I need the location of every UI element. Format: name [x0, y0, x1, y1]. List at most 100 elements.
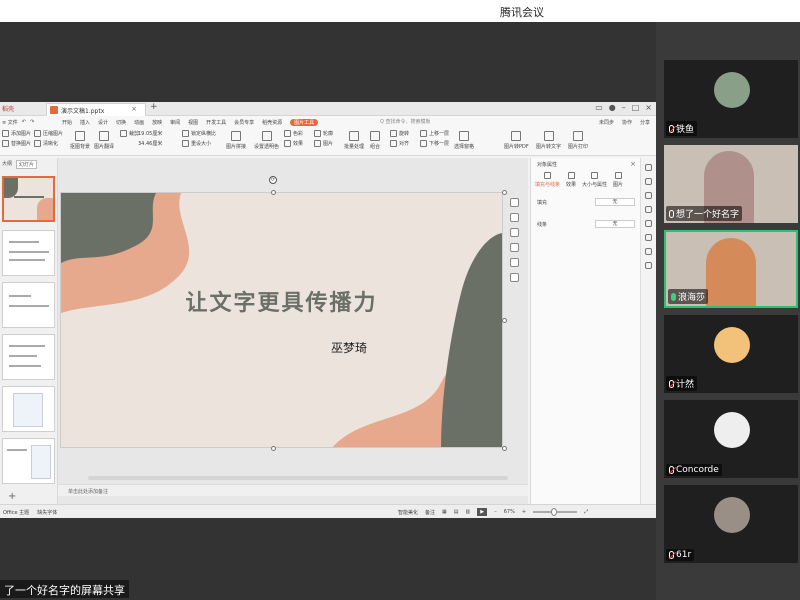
reset-size-button[interactable]: 重设大小	[182, 140, 216, 147]
share-button[interactable]: 分享	[640, 119, 650, 126]
compress-button[interactable]: 压缩图片	[34, 130, 63, 137]
participant-tile[interactable]: 铁鱼	[664, 60, 798, 138]
redo-icon[interactable]: ↷	[30, 119, 34, 126]
sorter-view-icon[interactable]: ▤	[454, 509, 459, 515]
minimize-icon[interactable]: –	[622, 103, 626, 112]
picture-edit-icon[interactable]	[510, 243, 519, 252]
slide-thumbnail[interactable]	[2, 386, 55, 432]
zoom-slider-knob[interactable]	[551, 508, 558, 516]
menu-tab-review[interactable]: 审阅	[170, 119, 180, 126]
menu-tab-insert[interactable]: 插入	[80, 119, 90, 126]
slide-thumbnail[interactable]	[2, 282, 55, 328]
layers-icon[interactable]	[510, 198, 519, 207]
zoom-level[interactable]: 67%	[504, 509, 515, 515]
width-field[interactable]: 34.46厘米	[138, 140, 162, 147]
set-transparent-button[interactable]: 设置透明色	[254, 131, 279, 150]
fill-select[interactable]: 无	[595, 198, 635, 206]
globe-icon[interactable]	[645, 262, 652, 269]
pointer-icon[interactable]	[645, 164, 652, 171]
remove-background-button[interactable]: 抠图背景	[70, 131, 90, 150]
picture-to-text-button[interactable]: 图片转文字	[536, 131, 561, 150]
selection-pane-button[interactable]: 选择窗格	[454, 131, 474, 150]
picture-stitch-button[interactable]: 图片拼接	[226, 131, 246, 150]
selection-handle[interactable]	[271, 190, 276, 195]
notes-bar[interactable]: 单击此处添加备注	[58, 484, 528, 496]
style-icon[interactable]	[645, 192, 652, 199]
tab-slides[interactable]: 幻灯片	[16, 160, 38, 169]
menu-tab-member[interactable]: 会员专享	[234, 119, 254, 126]
batch-process-button[interactable]: 批量处理	[344, 131, 364, 150]
avatar-icon[interactable]: ●	[609, 103, 616, 112]
group-button[interactable]: 组合	[370, 131, 380, 150]
menu-tab-slideshow[interactable]: 放映	[152, 119, 162, 126]
picture-to-pdf-button[interactable]: 图片转PDF	[504, 131, 529, 150]
participant-tile[interactable]: 61r	[664, 485, 798, 563]
notes-toggle[interactable]: 备注	[425, 509, 435, 516]
normal-view-icon[interactable]: ▦	[442, 509, 447, 515]
menu-tab-view[interactable]: 视图	[188, 119, 198, 126]
rotate-button[interactable]: 旋转	[390, 130, 409, 137]
new-tab-button[interactable]: +	[150, 102, 158, 112]
layout-icon[interactable]: ▭	[595, 103, 603, 112]
tab-effects[interactable]: 效果	[566, 172, 576, 188]
play-slideshow-button[interactable]: ▶	[477, 508, 488, 516]
effects-button[interactable]: 效果	[284, 140, 303, 147]
selection-handle[interactable]	[502, 446, 507, 451]
menu-tab-home[interactable]: 开始	[62, 119, 72, 126]
rotate-handle[interactable]: ⟳	[269, 176, 277, 184]
animation-icon[interactable]	[510, 258, 519, 267]
menu-tab-picture-tools[interactable]: 图片工具	[290, 119, 319, 126]
shapes-icon[interactable]	[645, 220, 652, 227]
menu-tab-developer[interactable]: 开发工具	[206, 119, 226, 126]
fit-window-icon[interactable]: ⤢	[584, 509, 588, 515]
menu-tab-animations[interactable]: 动画	[134, 119, 144, 126]
height-field[interactable]: 19.05厘米	[138, 130, 162, 137]
line-select[interactable]: 无	[595, 220, 635, 228]
smart-beautify-button[interactable]: 智能美化	[398, 509, 418, 516]
tab-fill-line[interactable]: 填充与线条	[535, 172, 560, 188]
lock-ratio-checkbox[interactable]: 锁定纵横比	[182, 130, 216, 137]
menu-tab-transitions[interactable]: 切换	[116, 119, 126, 126]
undo-icon[interactable]: ↶	[22, 119, 26, 126]
align-button[interactable]: 对齐	[390, 140, 409, 147]
missing-fonts[interactable]: 缺失字体	[37, 509, 57, 516]
close-window-icon[interactable]: ×	[645, 103, 652, 112]
collaborate-button[interactable]: 协作	[622, 119, 632, 126]
add-slide-button[interactable]: +	[8, 491, 16, 502]
document-tab[interactable]: 演示文稿1.pptx ×	[46, 103, 146, 116]
settings-icon[interactable]	[645, 248, 652, 255]
zoom-in-icon[interactable]: +	[522, 509, 526, 515]
menu-tab-design[interactable]: 设计	[98, 119, 108, 126]
maximize-icon[interactable]: □	[632, 103, 640, 112]
crop-icon[interactable]	[510, 228, 519, 237]
slide-author[interactable]: 巫梦琦	[331, 339, 367, 356]
participant-tile[interactable]: Concorde	[664, 400, 798, 478]
more-icon[interactable]	[510, 273, 519, 282]
tab-size[interactable]: 大小与属性	[582, 172, 607, 188]
crop-button[interactable]: 裁剪	[120, 130, 139, 137]
send-backward-button[interactable]: 下移一层	[420, 140, 449, 147]
picture-translate-button[interactable]: 图片翻译	[94, 131, 114, 150]
horizontal-scrollbar[interactable]	[88, 476, 508, 480]
slide-thumbnail[interactable]	[2, 230, 55, 276]
animation-pane-icon[interactable]	[645, 206, 652, 213]
slide-title[interactable]: 让文字更具传播力	[61, 285, 502, 317]
selection-handle[interactable]	[502, 318, 507, 323]
sharpen-button[interactable]: 清晰化	[34, 140, 63, 147]
sync-status[interactable]: 未同步	[599, 119, 614, 126]
help-icon[interactable]	[645, 234, 652, 241]
tab-outline[interactable]: 大纲	[2, 160, 12, 169]
picture-print-button[interactable]: 图片打印	[568, 131, 588, 150]
slide-thumbnail[interactable]	[2, 438, 55, 484]
zoom-slider[interactable]	[533, 508, 578, 516]
slide[interactable]: 让文字更具传播力 巫梦琦	[60, 192, 503, 448]
reading-view-icon[interactable]: ▥	[466, 509, 471, 515]
slide-thumbnail[interactable]	[2, 334, 55, 380]
menu-tab-resources[interactable]: 稻壳资源	[262, 119, 282, 126]
bring-forward-button[interactable]: 上移一层	[420, 130, 449, 137]
color-button[interactable]: 色彩	[284, 130, 303, 137]
selection-handle[interactable]	[502, 190, 507, 195]
add-picture-button[interactable]: 添加图片	[2, 130, 31, 137]
participant-tile[interactable]: 计然	[664, 315, 798, 393]
zoom-out-icon[interactable]: –	[494, 509, 497, 515]
